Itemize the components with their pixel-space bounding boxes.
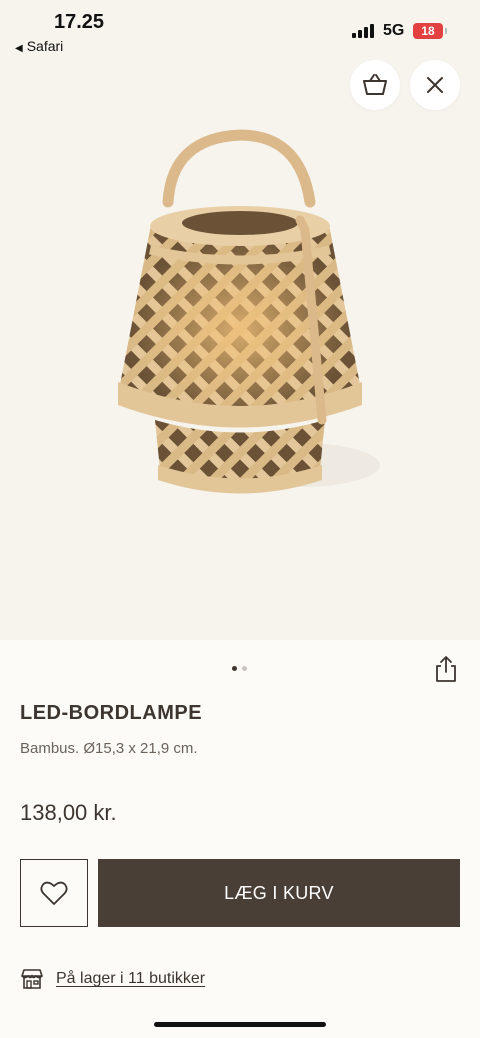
add-to-cart-button[interactable]: LÆG I KURV — [98, 859, 460, 927]
product-title: LED-BORDLAMPE — [20, 702, 203, 724]
close-icon — [427, 77, 443, 93]
basket-icon — [363, 74, 387, 95]
stock-availability[interactable]: På lager i 11 butikker — [20, 966, 205, 992]
product-price: 138,00 kr. — [20, 800, 117, 825]
pagination-dot[interactable] — [242, 666, 247, 671]
product-description: Bambus. Ø15,3 x 21,9 cm. — [20, 740, 198, 757]
battery-icon: 18 — [413, 23, 447, 39]
stock-link[interactable]: På lager i 11 butikker — [56, 970, 205, 988]
status-time: 17.25 — [54, 11, 105, 33]
back-app-label: Safari — [26, 38, 64, 54]
product-image — [118, 129, 380, 494]
heart-icon — [40, 881, 68, 905]
back-triangle-icon: ◀ — [15, 43, 23, 54]
battery-level: 18 — [421, 24, 435, 38]
gallery-pagination[interactable] — [232, 666, 252, 672]
back-to-safari-link[interactable]: ◀ Safari — [15, 38, 63, 54]
share-button[interactable] — [433, 655, 459, 683]
add-to-cart-label: LÆG I KURV — [224, 882, 334, 903]
product-image-area: 17.25 ◀ Safari 5G 18 — [0, 0, 480, 640]
signal-icon — [352, 24, 376, 38]
home-indicator[interactable] — [154, 1022, 326, 1027]
favorite-button[interactable] — [20, 859, 88, 927]
basket-button[interactable] — [350, 60, 400, 110]
pagination-dot-active[interactable] — [232, 666, 237, 671]
close-button[interactable] — [410, 60, 460, 110]
store-icon — [21, 969, 43, 989]
share-icon — [436, 656, 456, 682]
network-label: 5G — [383, 22, 405, 39]
status-bar: 17.25 ◀ Safari 5G 18 — [0, 0, 480, 60]
